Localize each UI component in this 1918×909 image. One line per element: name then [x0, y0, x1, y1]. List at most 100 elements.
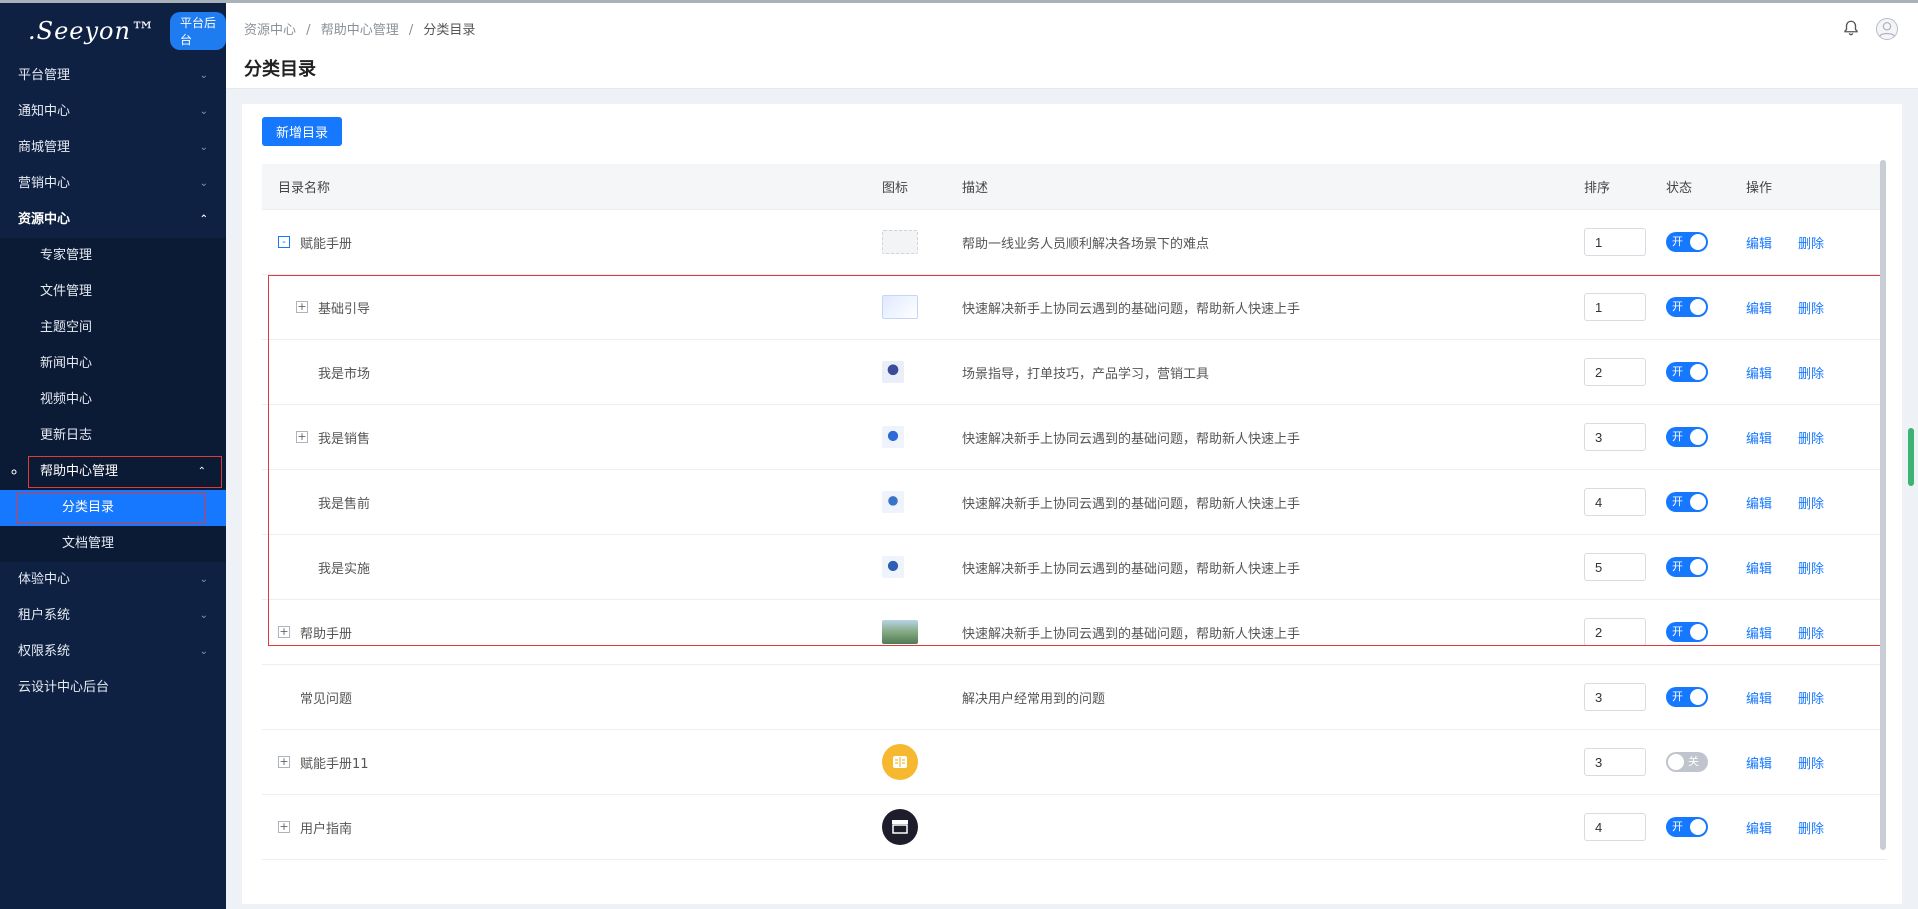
sidebar-item-files[interactable]: 文件管理	[0, 274, 226, 310]
status-toggle[interactable]: 开	[1666, 622, 1708, 642]
delete-link[interactable]: 删除	[1798, 298, 1824, 317]
sort-input[interactable]	[1584, 358, 1646, 386]
cell-sort	[1584, 813, 1666, 841]
breadcrumb: 资源中心 / 帮助中心管理 / 分类目录	[244, 19, 481, 38]
cell-sort	[1584, 358, 1666, 386]
sort-input[interactable]	[1584, 423, 1646, 451]
cell-name: 我是市场	[262, 363, 882, 382]
sidebar: .Seeyon™ 平台后台 平台管理 ⌄ 通知中心 ⌄ 商城管理 ⌄ 营销中心 ⌄ 资源…	[0, 3, 226, 909]
toggle-knob	[1690, 364, 1706, 380]
status-toggle[interactable]: 开	[1666, 687, 1708, 707]
cell-sort	[1584, 553, 1666, 581]
cell-status: 开	[1666, 687, 1746, 707]
cell-actions: 编辑 删除	[1746, 688, 1866, 707]
expand-toggle[interactable]: +	[296, 301, 308, 313]
edit-link[interactable]: 编辑	[1746, 363, 1772, 382]
row-desc: 快速解决新手上协同云遇到的基础问题，帮助新人快速上手	[962, 496, 1301, 512]
status-toggle[interactable]: 开	[1666, 232, 1708, 252]
sidebar-item-label: 新闻中心	[40, 356, 93, 371]
add-category-button[interactable]: 新增目录	[262, 117, 343, 146]
edit-link[interactable]: 编辑	[1746, 753, 1772, 772]
cell-name: + 赋能手册11	[262, 753, 882, 772]
sidebar-item-video[interactable]: 视频中心	[0, 382, 226, 418]
edit-link[interactable]: 编辑	[1746, 428, 1772, 447]
sidebar-item-tenant[interactable]: 租户系统 ⌄	[0, 598, 226, 634]
sort-input[interactable]	[1584, 293, 1646, 321]
sort-input[interactable]	[1584, 748, 1646, 776]
delete-link[interactable]: 删除	[1798, 688, 1824, 707]
edit-link[interactable]: 编辑	[1746, 298, 1772, 317]
sidebar-item-experience[interactable]: 体验中心 ⌄	[0, 562, 226, 598]
toggle-knob	[1690, 624, 1706, 640]
sidebar-item-theme-space[interactable]: 主题空间	[0, 310, 226, 346]
status-toggle[interactable]: 开	[1666, 557, 1708, 577]
expand-toggle[interactable]: +	[296, 431, 308, 443]
edit-link[interactable]: 编辑	[1746, 558, 1772, 577]
status-toggle[interactable]: 开	[1666, 427, 1708, 447]
table-row: + 基础引导 快速解决新手上协同云遇到的基础问题，帮助新人快速上手 开 编辑 删除	[262, 275, 1886, 340]
edit-link[interactable]: 编辑	[1746, 818, 1772, 837]
sidebar-item-experts[interactable]: 专家管理	[0, 238, 226, 274]
sort-input[interactable]	[1584, 553, 1646, 581]
edit-link[interactable]: 编辑	[1746, 493, 1772, 512]
expand-toggle[interactable]: +	[278, 821, 290, 833]
page-scroll-indicator[interactable]	[1908, 428, 1914, 486]
delete-link[interactable]: 删除	[1798, 428, 1824, 447]
collapse-toggle[interactable]: -	[278, 236, 290, 248]
avatar[interactable]	[1876, 18, 1898, 40]
status-toggle-label: 开	[1672, 235, 1683, 248]
edit-link[interactable]: 编辑	[1746, 688, 1772, 707]
edit-link[interactable]: 编辑	[1746, 623, 1772, 642]
toggle-knob	[1690, 299, 1706, 315]
sidebar-item-marketing[interactable]: 营销中心 ⌄	[0, 166, 226, 202]
status-toggle[interactable]: 开	[1666, 817, 1708, 837]
sidebar-item-label: 租户系统	[18, 608, 71, 623]
sidebar-item-notice[interactable]: 通知中心 ⌄	[0, 94, 226, 130]
chevron-down-icon: ⌄	[199, 142, 208, 153]
expand-toggle[interactable]: +	[278, 756, 290, 768]
sort-input[interactable]	[1584, 228, 1646, 256]
delete-link[interactable]: 删除	[1798, 363, 1824, 382]
breadcrumb-help-center[interactable]: 帮助中心管理	[321, 23, 399, 38]
delete-link[interactable]: 删除	[1798, 753, 1824, 772]
table-row: -赋能手册 帮助一线业务人员顺利解决各场景下的难点 开 编辑 删除	[262, 210, 1886, 275]
expand-toggle[interactable]: +	[278, 626, 290, 638]
sidebar-item-mall[interactable]: 商城管理 ⌄	[0, 130, 226, 166]
sort-input[interactable]	[1584, 488, 1646, 516]
sidebar-item-permission[interactable]: 权限系统 ⌄	[0, 634, 226, 670]
status-toggle[interactable]: 开	[1666, 297, 1708, 317]
chevron-down-icon: ⌄	[199, 610, 208, 621]
sort-input[interactable]	[1584, 813, 1646, 841]
scrollbar-thumb[interactable]	[1880, 160, 1886, 850]
delete-link[interactable]: 删除	[1798, 493, 1824, 512]
sidebar-item-help-center[interactable]: 帮助中心管理 ⌃	[26, 454, 224, 490]
logo[interactable]: .Seeyon™ 平台后台	[0, 3, 226, 58]
row-name: 我是销售	[318, 431, 371, 447]
delete-link[interactable]: 删除	[1798, 623, 1824, 642]
status-toggle[interactable]: 关	[1666, 752, 1708, 772]
delete-link[interactable]: 删除	[1798, 233, 1824, 252]
sort-input[interactable]	[1584, 618, 1646, 646]
row-name: 常见问题	[300, 691, 353, 707]
table-row: + 赋能手册11 关 编辑 删除	[262, 730, 1886, 795]
delete-link[interactable]: 删除	[1798, 818, 1824, 837]
table-scrollbar[interactable]	[1880, 160, 1886, 850]
column-header-icon: 图标	[882, 181, 909, 196]
sidebar-item-cloud-design[interactable]: 云设计中心后台	[0, 670, 226, 706]
status-toggle[interactable]: 开	[1666, 362, 1708, 382]
cell-status: 开	[1666, 622, 1746, 642]
sidebar-item-changelog[interactable]: 更新日志	[0, 418, 226, 454]
delete-link[interactable]: 删除	[1798, 558, 1824, 577]
status-toggle[interactable]: 开	[1666, 492, 1708, 512]
breadcrumb-resource[interactable]: 资源中心	[244, 23, 296, 38]
edit-link[interactable]: 编辑	[1746, 233, 1772, 252]
sidebar-item-resource[interactable]: 资源中心 ⌃	[0, 202, 226, 238]
status-toggle-label: 开	[1672, 300, 1683, 313]
row-name: 我是实施	[318, 561, 371, 577]
sidebar-item-platform[interactable]: 平台管理 ⌄	[0, 58, 226, 94]
sort-input[interactable]	[1584, 683, 1646, 711]
sidebar-item-docs[interactable]: 文档管理	[0, 526, 226, 562]
sidebar-item-category[interactable]: 分类目录	[0, 490, 226, 526]
sidebar-item-news[interactable]: 新闻中心	[0, 346, 226, 382]
bell-icon[interactable]	[1842, 19, 1860, 37]
